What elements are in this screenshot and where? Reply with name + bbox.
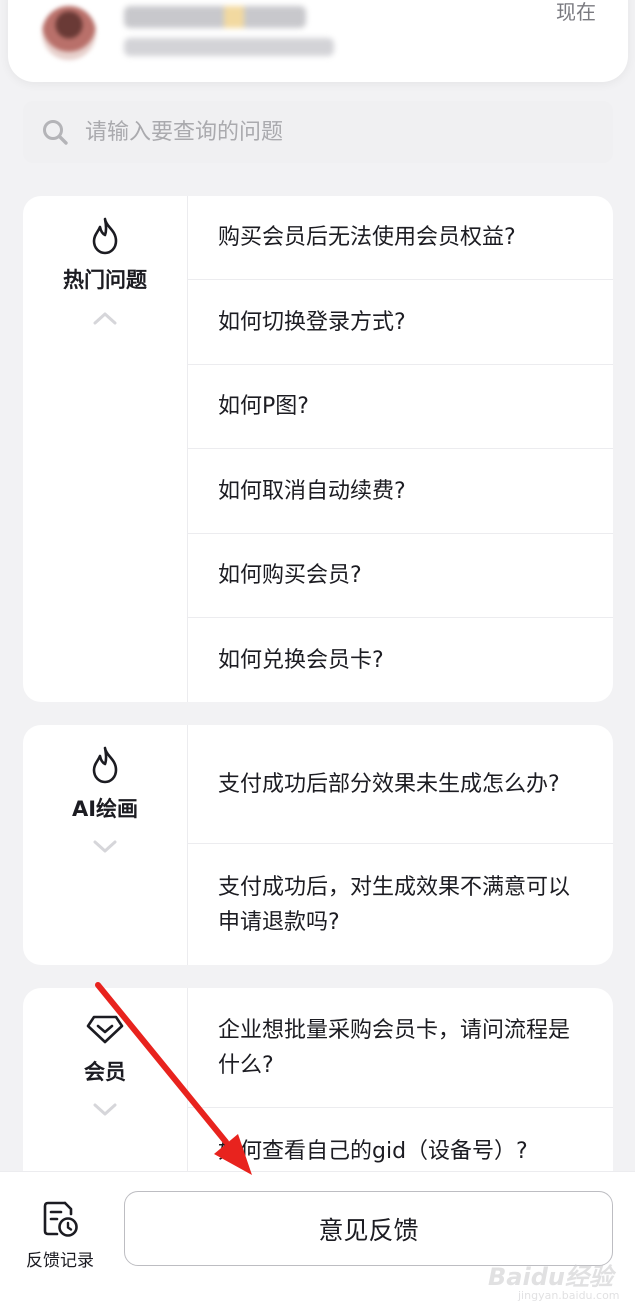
category-header-hot[interactable]: 热门问题 [23, 196, 188, 702]
category-label: 热门问题 [63, 268, 147, 292]
question-item[interactable]: 购买会员后无法使用会员权益? [188, 196, 613, 280]
notification-time: 现在 [556, 0, 596, 24]
chevron-down-icon[interactable] [92, 1102, 118, 1118]
question-item[interactable]: 支付成功后部分效果未生成怎么办? [188, 725, 613, 844]
notification-title-blurred [124, 6, 306, 28]
question-item[interactable]: 如何切换登录方式? [188, 280, 613, 365]
category-card-hot: 热门问题 购买会员后无法使用会员权益? 如何切换登录方式? 如何P图? 如何取消… [23, 196, 613, 702]
question-item[interactable]: 支付成功后，对生成效果不满意可以申请退款吗? [188, 844, 613, 965]
question-list-hot: 购买会员后无法使用会员权益? 如何切换登录方式? 如何P图? 如何取消自动续费?… [188, 196, 613, 702]
flame-icon [92, 217, 118, 255]
question-item[interactable]: 如何P图? [188, 365, 613, 449]
question-item[interactable]: 企业想批量采购会员卡，请问流程是什么? [188, 988, 613, 1108]
chevron-down-icon[interactable] [92, 839, 118, 855]
search-bar[interactable] [23, 101, 613, 163]
question-list-ai-painting: 支付成功后部分效果未生成怎么办? 支付成功后，对生成效果不满意可以申请退款吗? [188, 725, 613, 965]
diamond-icon [86, 1015, 124, 1044]
question-item[interactable]: 如何兑换会员卡? [188, 618, 613, 702]
chevron-up-icon[interactable] [92, 310, 118, 326]
category-label: 会员 [84, 1060, 126, 1084]
notification-body-blurred [124, 38, 334, 56]
feedback-record-icon [43, 1201, 78, 1237]
feedback-record-label: 反馈记录 [26, 1251, 94, 1271]
question-item[interactable]: 如何取消自动续费? [188, 449, 613, 534]
search-input[interactable] [85, 119, 565, 145]
feedback-record-button[interactable]: 反馈记录 [18, 1194, 102, 1271]
notification-banner[interactable]: 现在 [8, 0, 628, 82]
category-card-ai-painting: AI绘画 支付成功后部分效果未生成怎么办? 支付成功后，对生成效果不满意可以申请… [23, 725, 613, 965]
watermark-logo-text: Baidu经验 [488, 1263, 613, 1291]
category-label: AI绘画 [71, 797, 139, 821]
question-item[interactable]: 如何购买会员? [188, 534, 613, 618]
help-center-page: 现在 热门问题 购买会员后无法使用会员权益? 如何切换登录方式? 如何P图? 如… [0, 0, 635, 1312]
search-icon [43, 120, 68, 145]
flame-icon [92, 746, 118, 784]
baidu-watermark: Baidu经验 jingyan.baidu.com [478, 1245, 628, 1305]
watermark-url: jingyan.baidu.com [518, 1289, 620, 1302]
notification-avatar [42, 6, 96, 60]
category-header-ai-painting[interactable]: AI绘画 [23, 725, 188, 965]
